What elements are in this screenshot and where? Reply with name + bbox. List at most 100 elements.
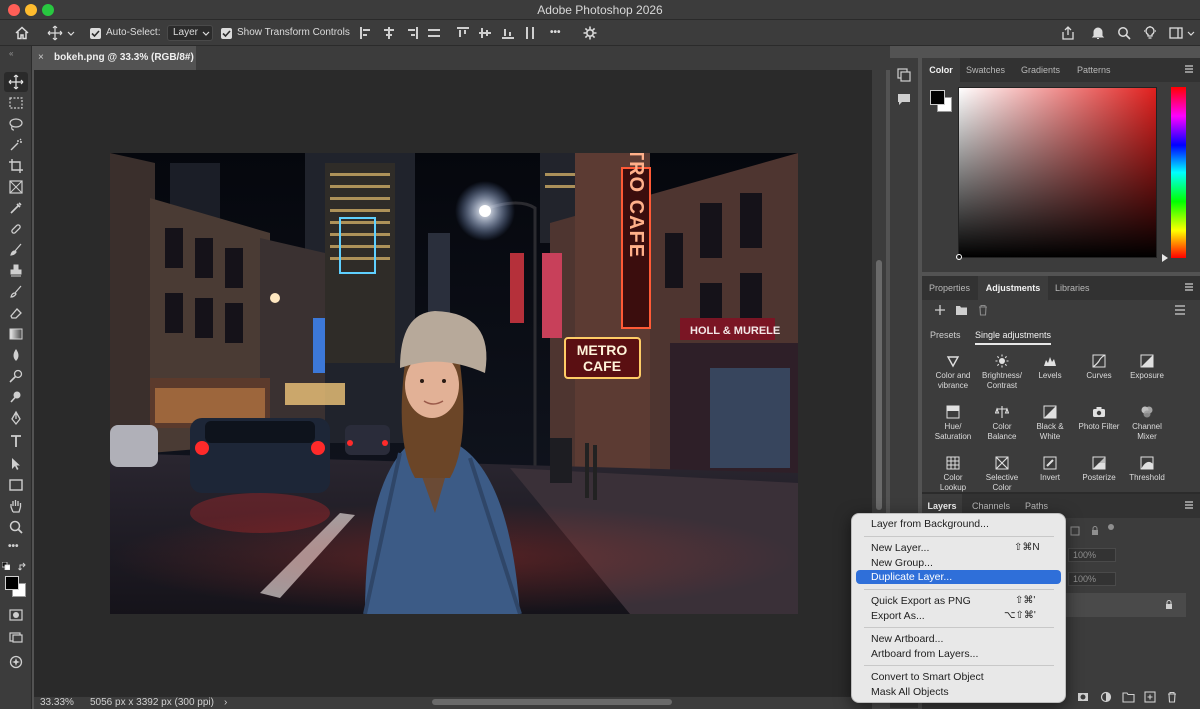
hue-slider-handle[interactable]: [1162, 254, 1168, 262]
lasso-tool-icon[interactable]: [8, 116, 24, 132]
color-picker-field[interactable]: [958, 87, 1157, 258]
lock-artboard-icon[interactable]: [1070, 526, 1080, 536]
menu-item-artboard-from-layers[interactable]: Artboard from Layers...: [871, 648, 978, 660]
chevron-down-icon[interactable]: [1186, 25, 1196, 41]
history-panel-icon[interactable]: [897, 68, 911, 82]
menu-item-duplicate-layer[interactable]: Duplicate Layer...: [871, 571, 952, 583]
auto-select-checkbox[interactable]: [90, 28, 101, 39]
align-top-icon[interactable]: [455, 25, 471, 41]
list-view-icon[interactable]: [1174, 304, 1186, 316]
gradient-tool-icon[interactable]: [8, 326, 24, 342]
foreground-color-swatch[interactable]: [5, 576, 19, 590]
lightbulb-icon[interactable]: [1142, 25, 1158, 41]
home-icon[interactable]: [14, 25, 30, 41]
rectangle-tool-icon[interactable]: [8, 477, 24, 493]
tab-gradients[interactable]: Gradients: [1021, 58, 1060, 82]
color-picker-cursor[interactable]: [956, 254, 962, 260]
adjustment-color-and-vibrance[interactable]: Color and vibrance: [927, 354, 979, 391]
more-options-button[interactable]: •••: [550, 20, 561, 46]
tab-swatches[interactable]: Swatches: [966, 58, 1005, 82]
new-layer-icon[interactable]: [1144, 691, 1156, 703]
brush-tool-icon[interactable]: [8, 242, 24, 258]
adjustment-hue-saturation[interactable]: Hue/Saturation: [927, 405, 979, 442]
adjustment-curves[interactable]: Curves: [1073, 354, 1125, 381]
lock-icon[interactable]: [1090, 526, 1100, 536]
search-icon[interactable]: [1116, 25, 1132, 41]
menu-item-mask-all-objects[interactable]: Mask All Objects: [871, 686, 949, 698]
workspace-icon[interactable]: [1168, 25, 1184, 41]
adjustment-exposure[interactable]: Exposure: [1121, 354, 1173, 381]
menu-item-export-as[interactable]: Export As...: [871, 610, 925, 622]
adjustment-selective-color[interactable]: Selective Color: [976, 456, 1028, 493]
menu-item-layer-from-background[interactable]: Layer from Background...: [871, 518, 989, 530]
subtab-presets[interactable]: Presets: [930, 330, 961, 340]
comments-panel-icon[interactable]: [897, 92, 911, 106]
menu-item-new-artboard[interactable]: New Artboard...: [871, 633, 943, 645]
default-colors-icon[interactable]: [2, 562, 10, 570]
gear-icon[interactable]: [582, 25, 598, 41]
adjustment-layer-icon[interactable]: [1100, 691, 1112, 703]
chevron-down-icon[interactable]: [66, 25, 76, 41]
layer-lock-icon[interactable]: [1164, 600, 1174, 610]
delete-layer-icon[interactable]: [1166, 691, 1178, 703]
tab-libraries[interactable]: Libraries: [1055, 276, 1090, 300]
panel-menu-icon[interactable]: [1184, 64, 1194, 74]
generative-icon[interactable]: [8, 654, 24, 670]
object-selection-tool-icon[interactable]: [8, 137, 24, 153]
history-brush-tool-icon[interactable]: [8, 284, 24, 300]
dodge-tool-icon[interactable]: [8, 368, 24, 384]
align-hcenter-icon[interactable]: [381, 25, 397, 41]
lock-position-icon[interactable]: [1108, 524, 1114, 530]
align-left-icon[interactable]: [358, 25, 374, 41]
fill-field[interactable]: 100%: [1068, 572, 1116, 586]
healing-brush-tool-icon[interactable]: [8, 221, 24, 237]
canvas-image[interactable]: HOLL & MURELE METRO CAFE METRO CAFE: [110, 153, 798, 614]
tab-properties[interactable]: Properties: [929, 276, 970, 300]
eyedropper-tool-icon[interactable]: [8, 200, 24, 216]
move-tool-icon[interactable]: [47, 25, 63, 41]
align-vcenter-icon[interactable]: [477, 25, 493, 41]
panel-foreground-swatch[interactable]: [930, 90, 945, 105]
vertical-scrollbar-thumb[interactable]: [876, 260, 882, 510]
distribute-vertical-icon[interactable]: [522, 25, 538, 41]
crop-tool-icon[interactable]: [8, 158, 24, 174]
menu-item-new-layer[interactable]: New Layer...: [871, 542, 929, 554]
eraser-tool-icon[interactable]: [8, 305, 24, 321]
adjustment-brightness-contrast[interactable]: Brightness/Contrast: [976, 354, 1028, 391]
opacity-field[interactable]: 100%: [1068, 548, 1116, 562]
new-group-icon[interactable]: [1122, 691, 1135, 703]
pen-tool-icon[interactable]: [8, 410, 24, 426]
auto-select-target-dropdown[interactable]: Layer: [167, 25, 213, 41]
zoom-level[interactable]: 33.33%: [40, 697, 74, 709]
menu-item-quick-export-png[interactable]: Quick Export as PNG: [871, 595, 971, 607]
subtab-single-adjustments[interactable]: Single adjustments: [975, 330, 1051, 340]
tab-adjustments[interactable]: Adjustments: [978, 276, 1048, 300]
adjustment-photo-filter[interactable]: Photo Filter: [1073, 405, 1125, 432]
add-mask-icon[interactable]: [1077, 691, 1089, 703]
adjustment-threshold[interactable]: Threshold: [1121, 456, 1173, 483]
add-icon[interactable]: [934, 304, 946, 316]
trash-icon[interactable]: [977, 304, 989, 316]
adjustment-black-white[interactable]: Black & White: [1024, 405, 1076, 442]
tab-color[interactable]: Color: [922, 58, 960, 82]
align-right-icon[interactable]: [404, 25, 420, 41]
hue-slider[interactable]: [1171, 87, 1186, 258]
hand-tool-icon[interactable]: [8, 498, 24, 514]
distribute-horizontal-icon[interactable]: [426, 25, 442, 41]
quick-mask-icon[interactable]: [8, 607, 24, 623]
show-transform-checkbox[interactable]: [221, 28, 232, 39]
adjustment-color-balance[interactable]: Color Balance: [976, 405, 1028, 442]
marquee-tool-icon[interactable]: [8, 95, 24, 111]
close-tab-icon[interactable]: ×: [38, 46, 44, 70]
blur-tool-icon[interactable]: [8, 347, 24, 363]
adjustment-levels[interactable]: Levels: [1024, 354, 1076, 381]
panel-menu-icon[interactable]: [1184, 282, 1194, 292]
status-menu-arrow[interactable]: ›: [224, 697, 227, 709]
share-icon[interactable]: [1060, 25, 1076, 41]
panel-menu-icon[interactable]: [1184, 500, 1194, 510]
frame-tool-icon[interactable]: [8, 179, 24, 195]
horizontal-scrollbar-thumb[interactable]: [432, 699, 672, 705]
collapse-icon[interactable]: «: [9, 49, 13, 58]
adjustment-posterize[interactable]: Posterize: [1073, 456, 1125, 483]
swap-colors-icon[interactable]: [18, 562, 28, 572]
